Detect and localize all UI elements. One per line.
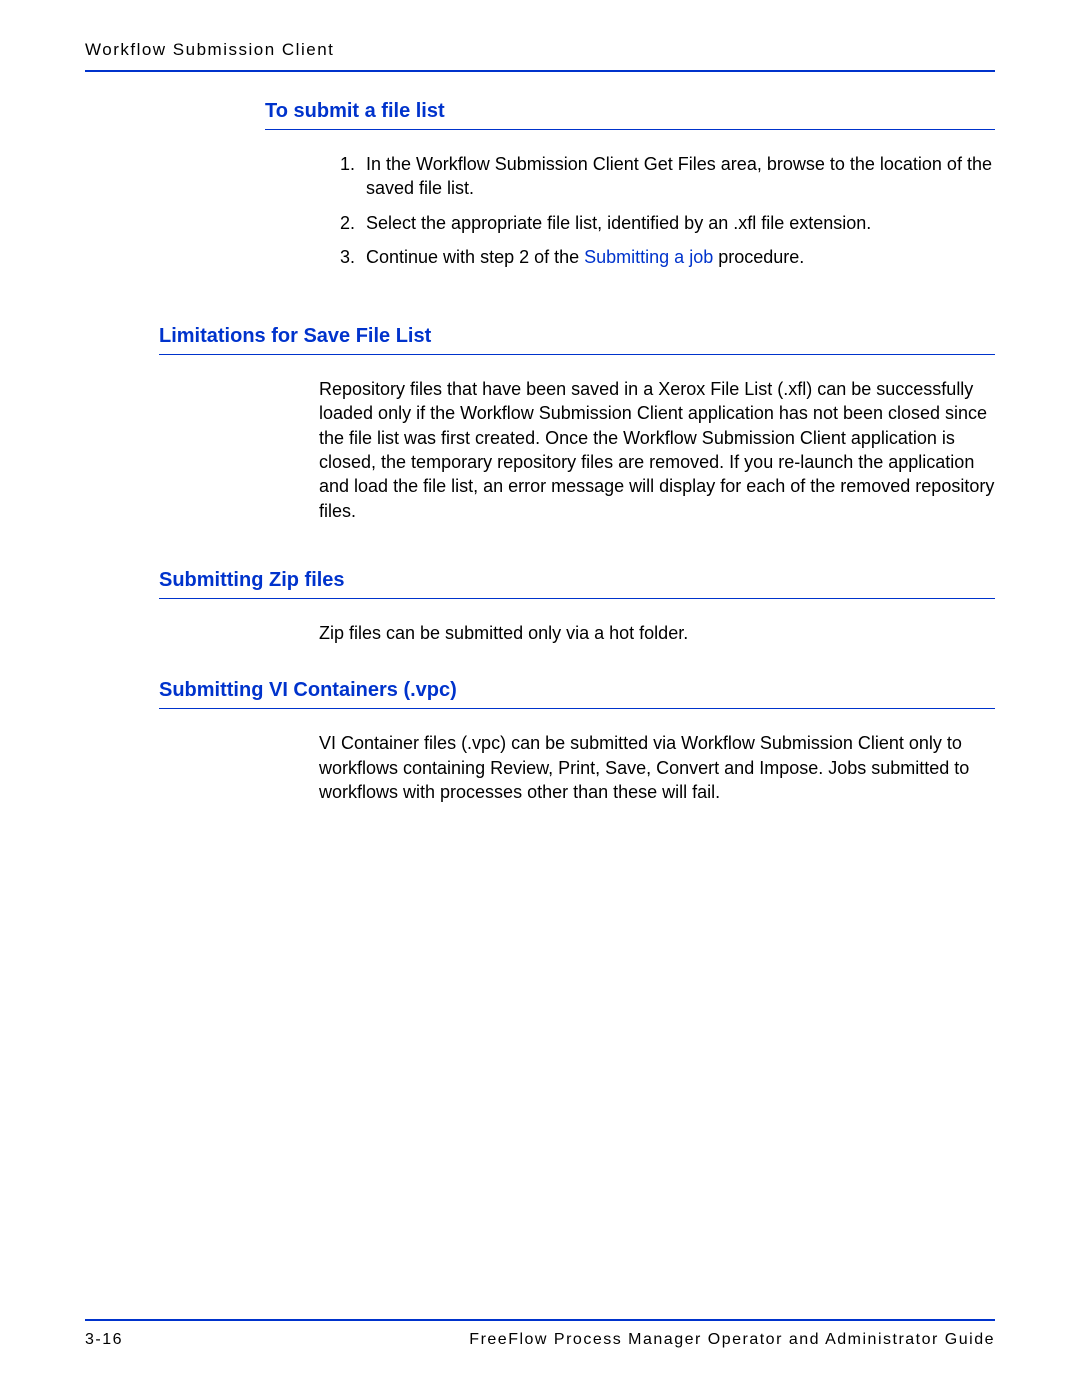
heading-zip: Submitting Zip files — [159, 569, 995, 599]
limitations-body: Repository files that have been saved in… — [319, 377, 995, 523]
step-text-before: Continue with step 2 of the — [366, 247, 584, 267]
page-footer: 3-16 FreeFlow Process Manager Operator a… — [85, 1319, 995, 1349]
step-text-after: procedure. — [713, 247, 804, 267]
list-item: 3. Continue with step 2 of the Submittin… — [340, 245, 995, 269]
heading-submit-file-list: To submit a file list — [265, 100, 995, 130]
heading-vi: Submitting VI Containers (.vpc) — [159, 679, 995, 709]
section-submit-file-list: To submit a file list 1. In the Workflow… — [265, 100, 995, 269]
spacer — [85, 279, 995, 325]
submit-file-list-steps: 1. In the Workflow Submission Client Get… — [340, 152, 995, 269]
spacer — [85, 645, 995, 679]
section-limitations: Limitations for Save File List Repositor… — [159, 325, 995, 523]
step-text: In the Workflow Submission Client Get Fi… — [366, 152, 995, 201]
step-number: 3. — [340, 245, 366, 269]
list-item: 2. Select the appropriate file list, ide… — [340, 211, 995, 235]
link-submitting-a-job[interactable]: Submitting a job — [584, 247, 713, 267]
page: Workflow Submission Client To submit a f… — [0, 0, 1080, 1397]
section-vi: Submitting VI Containers (.vpc) VI Conta… — [159, 679, 995, 804]
spacer — [85, 523, 995, 569]
book-title: FreeFlow Process Manager Operator and Ad… — [469, 1331, 995, 1349]
step-number: 1. — [340, 152, 366, 201]
step-number: 2. — [340, 211, 366, 235]
page-number: 3-16 — [85, 1331, 123, 1349]
list-item: 1. In the Workflow Submission Client Get… — [340, 152, 995, 201]
heading-limitations: Limitations for Save File List — [159, 325, 995, 355]
step-text: Continue with step 2 of the Submitting a… — [366, 245, 995, 269]
section-zip: Submitting Zip files Zip files can be su… — [159, 569, 995, 645]
running-header: Workflow Submission Client — [85, 40, 995, 72]
vi-body: VI Container files (.vpc) can be submitt… — [319, 731, 995, 804]
step-text: Select the appropriate file list, identi… — [366, 211, 995, 235]
header-title: Workflow Submission Client — [85, 40, 334, 59]
zip-body: Zip files can be submitted only via a ho… — [319, 621, 995, 645]
